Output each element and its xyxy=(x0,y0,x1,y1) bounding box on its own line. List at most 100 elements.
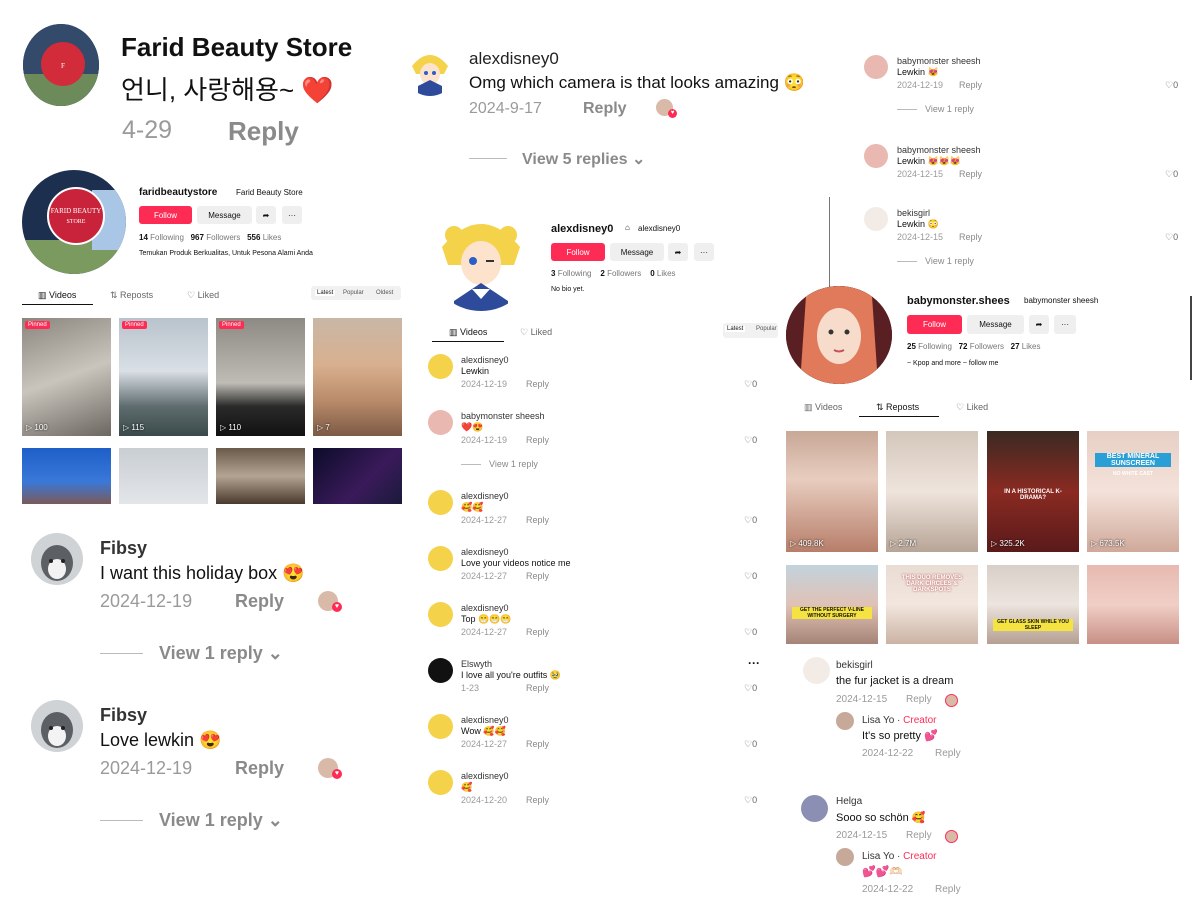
sort-popular[interactable]: Popular xyxy=(756,326,777,332)
comment-username[interactable]: Farid Beauty Store xyxy=(121,32,352,63)
reply-username[interactable]: Lisa Yo · Creator xyxy=(862,715,937,726)
like-button[interactable]: ♡0 xyxy=(744,739,757,750)
reply-button[interactable]: Reply xyxy=(526,435,549,445)
comment-username[interactable]: babymonster sheesh xyxy=(897,56,981,66)
like-button[interactable]: ♡0 xyxy=(744,795,757,806)
reply-button[interactable]: Reply xyxy=(235,758,284,779)
view-replies-button[interactable]: View 1 reply xyxy=(925,104,974,114)
like-button[interactable]: ♡0 xyxy=(744,627,757,638)
more-icon[interactable]: ··· xyxy=(694,243,714,261)
helga-avatar[interactable] xyxy=(801,795,828,822)
video-thumb[interactable]: ▷ 409.8K xyxy=(786,431,878,552)
reply-button[interactable]: Reply xyxy=(526,571,549,581)
creator-avatar[interactable] xyxy=(836,848,854,866)
comment-username[interactable]: alexdisney0 xyxy=(469,49,559,69)
profile-avatar[interactable] xyxy=(786,286,892,384)
avatar[interactable] xyxy=(428,602,453,627)
sort-latest[interactable]: Latest xyxy=(725,326,746,332)
share-icon[interactable]: ➦ xyxy=(1029,315,1049,334)
reply-button[interactable]: Reply xyxy=(959,80,982,90)
reply-button[interactable]: Reply xyxy=(935,748,961,759)
sort-popular[interactable]: Popular xyxy=(343,290,364,296)
reply-button[interactable]: Reply xyxy=(959,169,982,179)
avatar[interactable] xyxy=(428,410,453,435)
follow-button[interactable]: Follow xyxy=(907,315,962,334)
reply-button[interactable]: Reply xyxy=(526,795,549,805)
view-replies-button[interactable]: View 1 reply ⌄ xyxy=(159,643,283,664)
like-button[interactable]: ♡0 xyxy=(744,571,757,582)
video-thumb[interactable] xyxy=(313,448,402,504)
reply-button[interactable]: Reply xyxy=(583,100,627,118)
tab-videos[interactable]: ▥ Videos xyxy=(804,402,842,413)
video-thumb[interactable] xyxy=(1087,565,1179,644)
sort-latest[interactable]: Latest xyxy=(315,290,336,296)
tab-liked[interactable]: ♡ Liked xyxy=(520,327,552,338)
video-thumb[interactable] xyxy=(22,448,111,504)
reply-button[interactable]: Reply xyxy=(526,739,549,749)
sort-oldest[interactable]: Oldest xyxy=(376,290,393,296)
avatar[interactable] xyxy=(428,490,453,515)
video-thumb[interactable]: Pinned ▷ 100 xyxy=(22,318,111,436)
tab-reposts[interactable]: ⇅ Reposts xyxy=(876,402,919,413)
avatar[interactable] xyxy=(428,354,453,379)
creator-avatar[interactable] xyxy=(836,712,854,730)
message-button[interactable]: Message xyxy=(610,243,664,261)
avatar[interactable] xyxy=(428,770,453,795)
video-thumb[interactable] xyxy=(119,448,208,504)
tab-reposts[interactable]: ⇅ Reposts xyxy=(110,290,153,301)
tab-liked[interactable]: ♡ Liked xyxy=(956,402,988,413)
like-button[interactable]: ♡0 xyxy=(744,683,757,694)
comment-username[interactable]: babymonster sheesh xyxy=(897,145,981,155)
reply-button[interactable]: Reply xyxy=(935,884,961,895)
more-icon[interactable]: ··· xyxy=(1054,315,1076,334)
comment-username[interactable]: alexdisney0 xyxy=(461,491,509,501)
farid-avatar[interactable]: F xyxy=(23,24,99,106)
comment-username[interactable]: alexdisney0 xyxy=(461,715,509,725)
video-thumb[interactable]: GET THE PERFECT V-LINE WITHOUT SURGERY xyxy=(786,565,878,644)
like-button[interactable]: ♡0 xyxy=(1165,169,1178,180)
view-replies-button[interactable]: View 5 replies ⌄ xyxy=(522,149,645,169)
comment-username[interactable]: alexdisney0 xyxy=(461,603,509,613)
view-replies-button[interactable]: View 1 reply xyxy=(489,459,538,469)
reply-button[interactable]: Reply xyxy=(526,683,549,693)
comment-username[interactable]: alexdisney0 xyxy=(461,771,509,781)
avatar[interactable] xyxy=(428,658,453,683)
comment-username[interactable]: Elswyth xyxy=(461,659,492,669)
bekisgirl-avatar[interactable] xyxy=(803,657,830,684)
tab-videos[interactable]: ▥ Videos xyxy=(449,327,487,338)
profile-avatar[interactable] xyxy=(428,205,534,311)
reply-button[interactable]: Reply xyxy=(959,232,982,242)
reply-button[interactable]: Reply xyxy=(526,515,549,525)
video-thumb[interactable]: BEST MINERAL SUNSCREEN NO WHITE CAST ▷ 6… xyxy=(1087,431,1179,552)
view-replies-button[interactable]: View 1 reply ⌄ xyxy=(159,810,283,831)
comment-username[interactable]: Fibsy xyxy=(100,538,147,559)
comment-username[interactable]: Fibsy xyxy=(100,705,147,726)
message-button[interactable]: Message xyxy=(197,206,252,224)
like-button[interactable]: ♡0 xyxy=(744,379,757,390)
share-icon[interactable]: ➦ xyxy=(668,243,688,261)
fibsy-avatar[interactable] xyxy=(31,533,83,585)
comment-username[interactable]: bekisgirl xyxy=(836,660,873,671)
avatar[interactable] xyxy=(864,55,888,79)
avatar[interactable] xyxy=(864,144,888,168)
profile-avatar[interactable]: FARID BEAUTY STORE xyxy=(22,170,126,274)
reply-button[interactable]: Reply xyxy=(906,694,932,705)
follow-button[interactable]: Follow xyxy=(551,243,605,261)
reply-button[interactable]: Reply xyxy=(526,379,549,389)
reply-button[interactable]: Reply xyxy=(228,116,299,147)
avatar[interactable] xyxy=(864,207,888,231)
like-button[interactable]: ♡0 xyxy=(744,515,757,526)
scrollbar[interactable] xyxy=(1190,296,1192,380)
comment-username[interactable]: bekisgirl xyxy=(897,208,930,218)
like-button[interactable]: ♡0 xyxy=(744,435,757,446)
tab-videos[interactable]: ▥ Videos xyxy=(38,290,76,301)
video-thumb[interactable]: ▷ 2.7M xyxy=(886,431,978,552)
share-icon[interactable]: ➦ xyxy=(256,206,276,224)
video-thumb[interactable]: IN A HISTORICAL K-DRAMA? ▷ 325.2K xyxy=(987,431,1079,552)
video-thumb[interactable]: Pinned ▷ 115 xyxy=(119,318,208,436)
like-button[interactable]: ♡0 xyxy=(1165,232,1178,243)
video-thumb[interactable]: THIS DUO REMOVES DARK CIRCLES & DARKSPOT… xyxy=(886,565,978,644)
avatar[interactable] xyxy=(428,546,453,571)
fibsy-avatar[interactable] xyxy=(31,700,83,752)
comment-username[interactable]: alexdisney0 xyxy=(461,547,509,557)
